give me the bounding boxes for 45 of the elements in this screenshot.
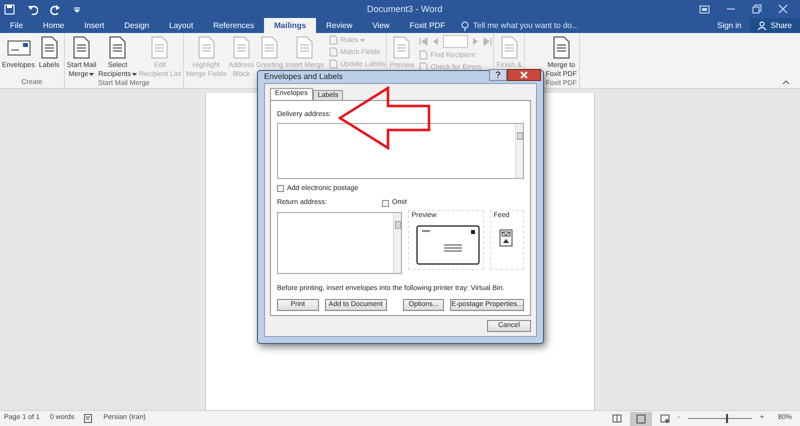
help-button[interactable] — [489, 69, 507, 81]
print-layout-button[interactable] — [630, 412, 652, 426]
ribbon-tab[interactable]: File — [0, 18, 33, 33]
ribbon-tab[interactable]: References — [203, 18, 264, 33]
dialog-title: Envelopes and Labels — [264, 71, 343, 83]
save-icon[interactable] — [4, 4, 15, 14]
proofing-icon[interactable] — [84, 414, 94, 423]
undo-icon[interactable] — [27, 4, 38, 14]
page-icon — [636, 414, 646, 424]
close-button[interactable] — [507, 69, 541, 81]
close-icon[interactable] — [778, 4, 788, 14]
lightbulb-icon — [461, 20, 470, 30]
ribbon-tab[interactable]: Mailings — [264, 18, 316, 33]
help-icon — [495, 71, 501, 79]
ribbon-tab[interactable]: Design — [114, 18, 160, 33]
sign-in-link[interactable]: Sign in — [709, 20, 750, 32]
redo-icon[interactable] — [50, 4, 61, 14]
restore-icon[interactable] — [752, 4, 762, 14]
customize-icon[interactable] — [73, 6, 81, 12]
web-layout-icon[interactable] — [660, 414, 670, 424]
close-icon — [520, 71, 528, 79]
scrollbar[interactable] — [515, 124, 523, 178]
envelope-preview-drawing — [416, 225, 480, 265]
caret-icon — [132, 73, 137, 76]
read-mode-icon[interactable] — [612, 414, 622, 423]
person-icon — [758, 20, 767, 30]
address-field[interactable] — [277, 122, 524, 178]
ribbon-display-icon[interactable] — [699, 4, 710, 14]
checkbox[interactable] — [382, 200, 389, 207]
scrollbar[interactable] — [392, 212, 401, 272]
window-title: Document3 - Word — [367, 3, 442, 16]
caret-icon — [89, 73, 94, 76]
ribbon-tab[interactable]: View — [362, 18, 400, 33]
caret-icon — [360, 38, 366, 42]
checkbox[interactable] — [277, 185, 284, 192]
ribbon-tab[interactable]: Layout — [159, 18, 204, 33]
share-button[interactable]: Share — [750, 18, 800, 33]
address-field[interactable] — [277, 212, 402, 274]
collapse-ribbon-icon[interactable] — [782, 79, 790, 85]
slider-thumb[interactable] — [726, 414, 728, 423]
ribbon-tab[interactable]: Review — [316, 18, 362, 33]
ribbon-tab[interactable]: Insert — [74, 18, 114, 33]
tell-me-field[interactable]: Tell me what you want to do... — [473, 20, 579, 32]
ribbon-tab[interactable]: Home — [32, 18, 74, 33]
ribbon-tab[interactable]: Foxit PDF — [400, 18, 456, 33]
